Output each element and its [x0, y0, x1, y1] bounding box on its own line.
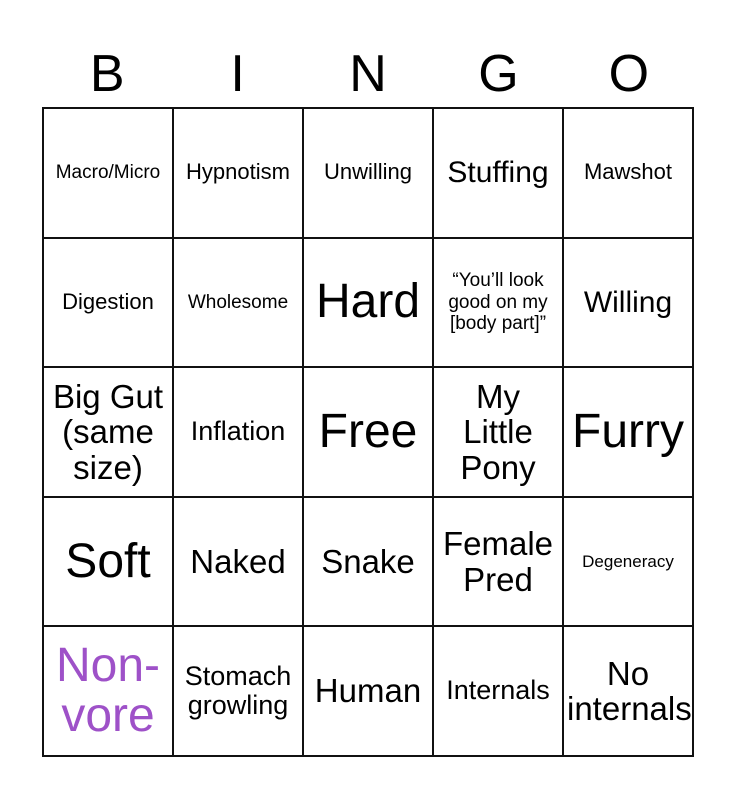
- header-letter-g: G: [478, 45, 519, 103]
- bingo-cell[interactable]: Macro/Micro: [44, 109, 174, 239]
- header-letter-o: O: [608, 45, 650, 103]
- bingo-cell-label: Inflation: [190, 416, 286, 447]
- bingo-cell-label: Snake: [321, 542, 415, 580]
- header-letter-b: B: [89, 45, 125, 103]
- bingo-cell[interactable]: No internals: [564, 627, 694, 757]
- bingo-cell[interactable]: Non-vore: [44, 627, 174, 757]
- bingo-card: B I N G O Macro/Micro Hypnotism Unwilling S…: [0, 0, 736, 800]
- bingo-cell[interactable]: Human: [304, 627, 434, 757]
- bingo-cell[interactable]: Willing: [564, 238, 694, 369]
- bingo-cell[interactable]: Hypnotism: [174, 109, 304, 239]
- bingo-cell-label: Furry: [572, 405, 684, 459]
- bingo-cell[interactable]: Hard: [304, 238, 434, 369]
- bingo-grid: Macro/Micro Hypnotism Unwilling Stuffing Maw…: [42, 107, 694, 757]
- bingo-cell-label: Female Pred: [442, 524, 554, 598]
- bingo-cell-label: Hypnotism: [186, 159, 290, 185]
- bingo-cell-label: Internals: [446, 675, 550, 706]
- bingo-cell[interactable]: Stomach growling: [174, 627, 304, 757]
- bingo-cell-label: Stomach growling: [184, 660, 292, 721]
- bingo-cell[interactable]: Snake: [304, 497, 434, 628]
- bingo-cell-label: No internals: [567, 654, 692, 728]
- bingo-cell[interactable]: Degeneracy: [564, 497, 694, 628]
- bingo-cell[interactable]: Digestion: [44, 238, 174, 369]
- bingo-cell-label: Non-vore: [55, 639, 161, 743]
- bingo-cell-label: Naked: [190, 542, 286, 580]
- bingo-cell-label: Degeneracy: [582, 551, 674, 571]
- bingo-cell-label: Human: [314, 672, 422, 710]
- bingo-cell-label: Digestion: [62, 289, 154, 315]
- bingo-cell[interactable]: Inflation: [174, 368, 304, 498]
- bingo-cell[interactable]: Wholesome: [174, 238, 304, 369]
- bingo-cell-label: Unwilling: [323, 159, 413, 185]
- bingo-cell-label: Stuffing: [447, 156, 549, 190]
- bingo-cell-label: Macro/Micro: [55, 162, 161, 184]
- bingo-cell[interactable]: Free: [304, 368, 434, 498]
- bingo-cell-label: Soft: [65, 534, 151, 588]
- bingo-cell[interactable]: My Little Pony: [434, 368, 564, 498]
- bingo-cell-label: Willing: [583, 285, 673, 319]
- bingo-cell[interactable]: “You’ll look good on my [body part]”: [434, 238, 564, 369]
- bingo-cell-label: Mawshot: [583, 159, 673, 185]
- bingo-cell[interactable]: Stuffing: [434, 109, 564, 239]
- bingo-cell-label: Big Gut (same size): [52, 377, 164, 486]
- bingo-cell[interactable]: Unwilling: [304, 109, 434, 239]
- bingo-cell-label: Wholesome: [187, 291, 289, 313]
- bingo-header: B I N G O: [42, 36, 694, 102]
- bingo-cell[interactable]: Mawshot: [564, 109, 694, 239]
- bingo-cell-label: Hard: [315, 275, 421, 329]
- bingo-cell[interactable]: Furry: [564, 368, 694, 498]
- bingo-cell-label: My Little Pony: [460, 377, 536, 486]
- header-letter-n: N: [349, 45, 387, 103]
- bingo-cell[interactable]: Naked: [174, 497, 304, 628]
- bingo-cell-label: “You’ll look good on my [body part]”: [448, 270, 548, 335]
- bingo-cell[interactable]: Big Gut (same size): [44, 368, 174, 498]
- header-letter-i: I: [230, 45, 245, 103]
- bingo-cell[interactable]: Internals: [434, 627, 564, 757]
- bingo-cell[interactable]: Female Pred: [434, 497, 564, 628]
- bingo-cell[interactable]: Soft: [44, 497, 174, 628]
- bingo-cell-label: Free: [318, 405, 418, 459]
